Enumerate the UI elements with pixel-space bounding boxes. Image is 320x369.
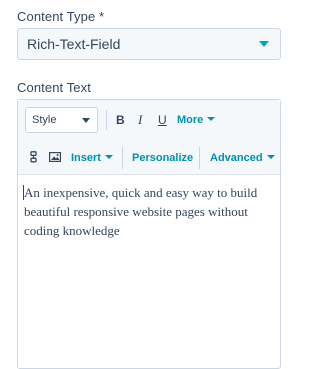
content-text-label: Content Text bbox=[17, 80, 91, 95]
chevron-down-icon bbox=[266, 155, 275, 160]
underline-button[interactable]: U bbox=[158, 112, 167, 128]
rich-text-editor[interactable]: Style B I U More Insert Personalize Adva… bbox=[17, 99, 281, 369]
advanced-menu-button[interactable]: Advanced bbox=[210, 150, 275, 166]
more-menu-label: More bbox=[177, 114, 204, 126]
chevron-down-icon bbox=[104, 155, 113, 160]
bold-button[interactable]: B bbox=[116, 112, 125, 128]
content-type-label: Content Type * bbox=[17, 9, 105, 24]
content-type-value: Rich-Text-Field bbox=[27, 36, 121, 52]
italic-button[interactable]: I bbox=[138, 112, 142, 128]
chevron-down-icon bbox=[207, 117, 216, 122]
toolbar-divider bbox=[106, 110, 107, 130]
editor-content[interactable]: An inexpensive, quick and easy way to bu… bbox=[24, 183, 274, 240]
personalize-button[interactable]: Personalize bbox=[132, 150, 193, 166]
insert-menu-label: Insert bbox=[71, 152, 101, 164]
style-select[interactable]: Style bbox=[25, 107, 98, 133]
more-menu-button[interactable]: More bbox=[177, 112, 216, 128]
editor-toolbar: Style B I U More Insert Personalize Adva… bbox=[18, 100, 280, 175]
embed-icon[interactable] bbox=[30, 151, 38, 163]
style-select-value: Style bbox=[32, 114, 57, 126]
content-type-select[interactable]: Rich-Text-Field bbox=[17, 28, 281, 60]
insert-menu-button[interactable]: Insert bbox=[71, 150, 113, 166]
toolbar-divider bbox=[122, 147, 123, 169]
chevron-down-icon bbox=[259, 41, 269, 47]
image-icon[interactable] bbox=[49, 152, 61, 162]
chevron-down-icon bbox=[82, 118, 90, 123]
advanced-menu-label: Advanced bbox=[210, 152, 263, 164]
toolbar-divider bbox=[199, 147, 200, 169]
